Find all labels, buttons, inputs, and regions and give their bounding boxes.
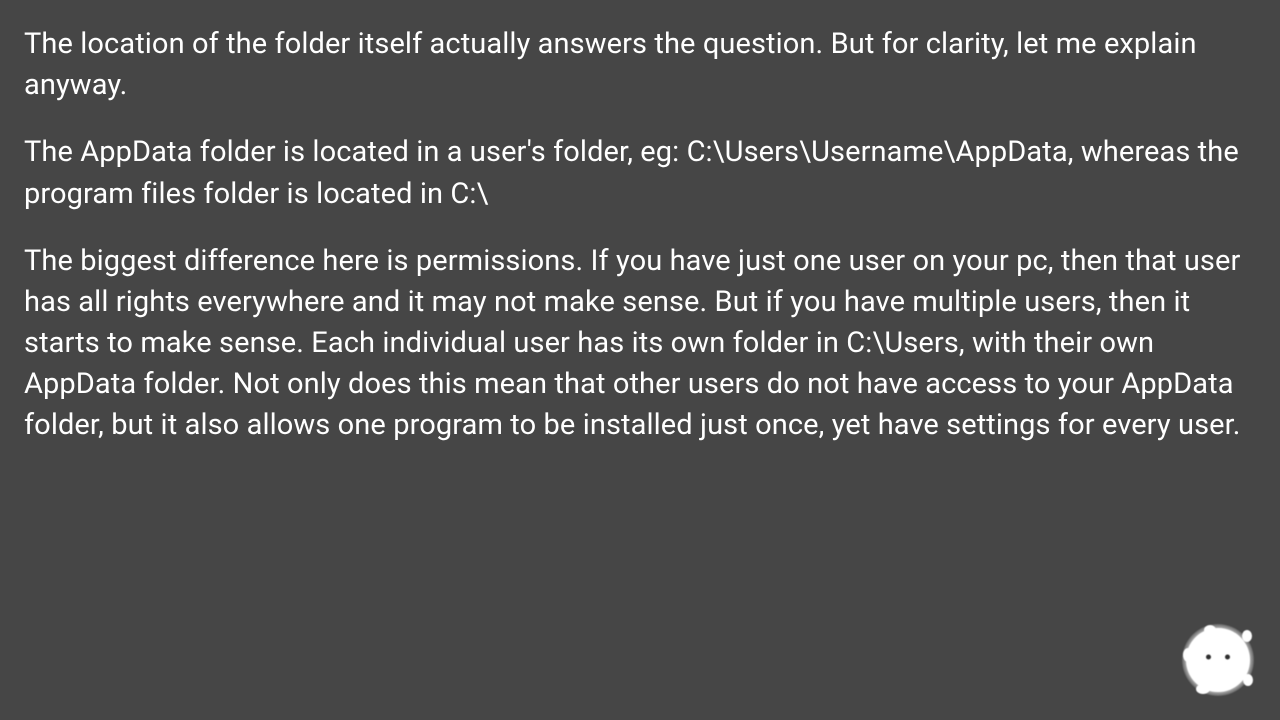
text-content: The location of the folder itself actual… bbox=[24, 24, 1256, 447]
paragraph-location: The AppData folder is located in a user'… bbox=[24, 132, 1256, 214]
paragraph-intro: The location of the folder itself actual… bbox=[24, 24, 1256, 106]
avatar-icon bbox=[1186, 628, 1250, 692]
paragraph-permissions: The biggest difference here is permissio… bbox=[24, 241, 1256, 447]
